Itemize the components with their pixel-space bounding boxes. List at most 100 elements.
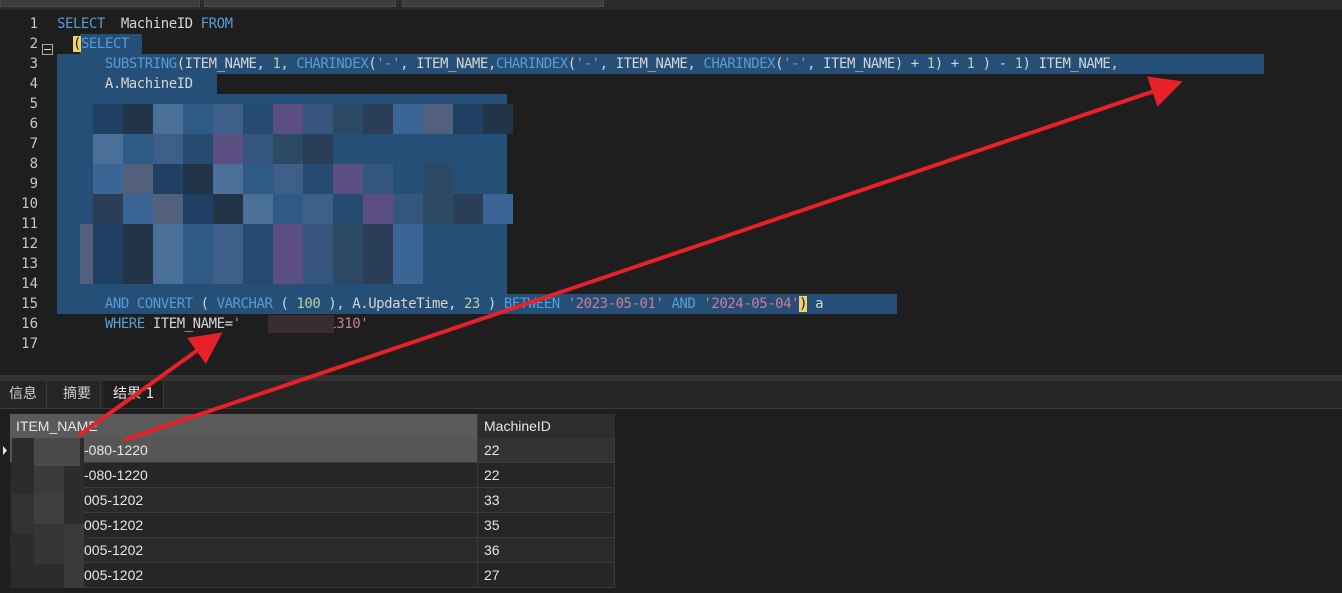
- table-row[interactable]: -080-1220 22: [10, 463, 615, 488]
- row-header[interactable]: [0, 563, 10, 588]
- code-line[interactable]: 3 SUBSTRING(ITEM_NAME, 1, CHARINDEX('-',…: [0, 54, 1342, 74]
- pixelated-redaction: [34, 524, 64, 564]
- code-line[interactable]: 14: [0, 274, 1342, 294]
- code-token: (: [775, 56, 784, 72]
- line-number: 14: [21, 276, 38, 292]
- table-row[interactable]: 005-1202 27: [10, 563, 615, 588]
- tab-result-1[interactable]: 结果 1: [104, 381, 165, 408]
- cell-machine-id[interactable]: 22: [478, 438, 615, 463]
- code-token: 1: [966, 56, 975, 72]
- code-line[interactable]: 15 AND CONVERT ( VARCHAR ( 100 ), A.Upda…: [0, 294, 1342, 314]
- code-token: (: [368, 56, 377, 72]
- code-line[interactable]: 6: [0, 114, 1342, 134]
- code-token: '2024-05-04': [703, 296, 800, 312]
- code-token: CONVERT: [136, 296, 193, 312]
- code-token: (: [72, 36, 81, 52]
- code-line[interactable]: 5: [0, 94, 1342, 114]
- code-line[interactable]: 16 WHERE ITEM_NAME=' )25-1310': [0, 314, 1342, 334]
- code-token: 100: [296, 296, 321, 312]
- table-row[interactable]: 005-1202 33: [10, 488, 615, 513]
- row-header[interactable]: [0, 513, 10, 538]
- code-line[interactable]: 12: [0, 234, 1342, 254]
- line-number: 11: [21, 216, 38, 232]
- code-token: BETWEEN: [503, 296, 560, 312]
- code-token: VARCHAR: [216, 296, 273, 312]
- code-token: WHERE: [104, 316, 145, 332]
- code-token: ITEM_NAME=: [144, 316, 233, 332]
- row-header[interactable]: [0, 538, 10, 563]
- line-number: 10: [21, 196, 38, 212]
- table-row[interactable]: 005-1202 36: [10, 538, 615, 563]
- line-number: 13: [21, 256, 38, 272]
- column-header-machine-id[interactable]: MachineID: [478, 414, 615, 438]
- line-number: 9: [29, 176, 38, 192]
- sql-editor[interactable]: 1 SELECT MachineID FROM 2 (SELECT 3 SUBSTRI…: [0, 10, 1342, 375]
- code-token: '2023-05-01': [567, 296, 664, 312]
- cell-machine-id[interactable]: 35: [478, 513, 615, 538]
- code-token: A.MachineID: [57, 76, 193, 92]
- code-token: (ITEM_NAME,: [176, 56, 273, 72]
- code-text: SUBSTRING(ITEM_NAME, 1, CHARINDEX('-', I…: [57, 54, 1119, 74]
- code-token: CHARINDEX: [703, 56, 776, 72]
- code-line[interactable]: 13: [0, 254, 1342, 274]
- code-token: ) ITEM_NAME,: [1022, 56, 1119, 72]
- editor-tab[interactable]: [0, 0, 200, 7]
- code-token: ,: [280, 56, 297, 72]
- code-line[interactable]: 11: [0, 214, 1342, 234]
- code-token: (: [192, 296, 217, 312]
- code-token: , ITEM_NAME) +: [807, 56, 927, 72]
- tab-summary[interactable]: 摘要: [54, 381, 101, 408]
- table-row[interactable]: -080-1220 22: [10, 438, 615, 463]
- code-token: ): [479, 296, 504, 312]
- table-row[interactable]: 005-1202 35: [10, 513, 615, 538]
- grid-header: ITEM_NAME MachineID: [10, 414, 615, 438]
- code-line[interactable]: 7: [0, 134, 1342, 154]
- code-line[interactable]: 8: [0, 154, 1342, 174]
- editor-tab[interactable]: [204, 0, 396, 7]
- code-token: ) -: [974, 56, 1015, 72]
- code-token: (: [567, 56, 576, 72]
- code-token: CHARINDEX: [495, 56, 568, 72]
- code-line[interactable]: 10: [0, 194, 1342, 214]
- code-line[interactable]: 17: [0, 334, 1342, 354]
- editor-tab[interactable]: [402, 0, 604, 7]
- line-number: 7: [29, 136, 38, 152]
- line-number: 17: [21, 336, 38, 352]
- line-number: 1: [29, 16, 38, 32]
- code-line[interactable]: 4 A.MachineID: [0, 74, 1342, 94]
- pixelated-redaction: [268, 315, 334, 333]
- line-number: 16: [21, 316, 38, 332]
- code-token: AND: [671, 296, 696, 312]
- code-token: SUBSTRING: [104, 56, 177, 72]
- line-number: 12: [21, 236, 38, 252]
- code-text: (SELECT: [57, 34, 129, 54]
- result-tabs: 信息 摘要 结果 1: [0, 381, 1342, 409]
- cell-machine-id[interactable]: 27: [478, 563, 615, 588]
- row-header[interactable]: [0, 488, 10, 513]
- code-token: '-': [376, 56, 401, 72]
- code-text: AND CONVERT ( VARCHAR ( 100 ), A.UpdateT…: [57, 294, 824, 314]
- cell-machine-id[interactable]: 33: [478, 488, 615, 513]
- row-header[interactable]: [0, 463, 10, 488]
- code-text: A.MachineID: [57, 74, 193, 94]
- current-row-indicator-icon[interactable]: [0, 438, 10, 463]
- tab-info[interactable]: 信息: [0, 381, 47, 408]
- code-token: '-': [575, 56, 600, 72]
- code-token: FROM: [200, 16, 233, 32]
- code-token: '-': [783, 56, 808, 72]
- cell-machine-id[interactable]: 22: [478, 463, 615, 488]
- code-line[interactable]: 2 (SELECT: [0, 34, 1342, 54]
- code-token: SELECT: [80, 36, 129, 52]
- code-token: 1: [926, 56, 935, 72]
- code-line[interactable]: 9: [0, 174, 1342, 194]
- column-header-item-name[interactable]: ITEM_NAME: [10, 414, 478, 438]
- code-token: 1: [1014, 56, 1023, 72]
- line-number: 4: [29, 76, 38, 92]
- cell-machine-id[interactable]: 36: [478, 538, 615, 563]
- pixelated-redaction: [34, 438, 80, 466]
- code-line[interactable]: 1 SELECT MachineID FROM: [0, 14, 1342, 34]
